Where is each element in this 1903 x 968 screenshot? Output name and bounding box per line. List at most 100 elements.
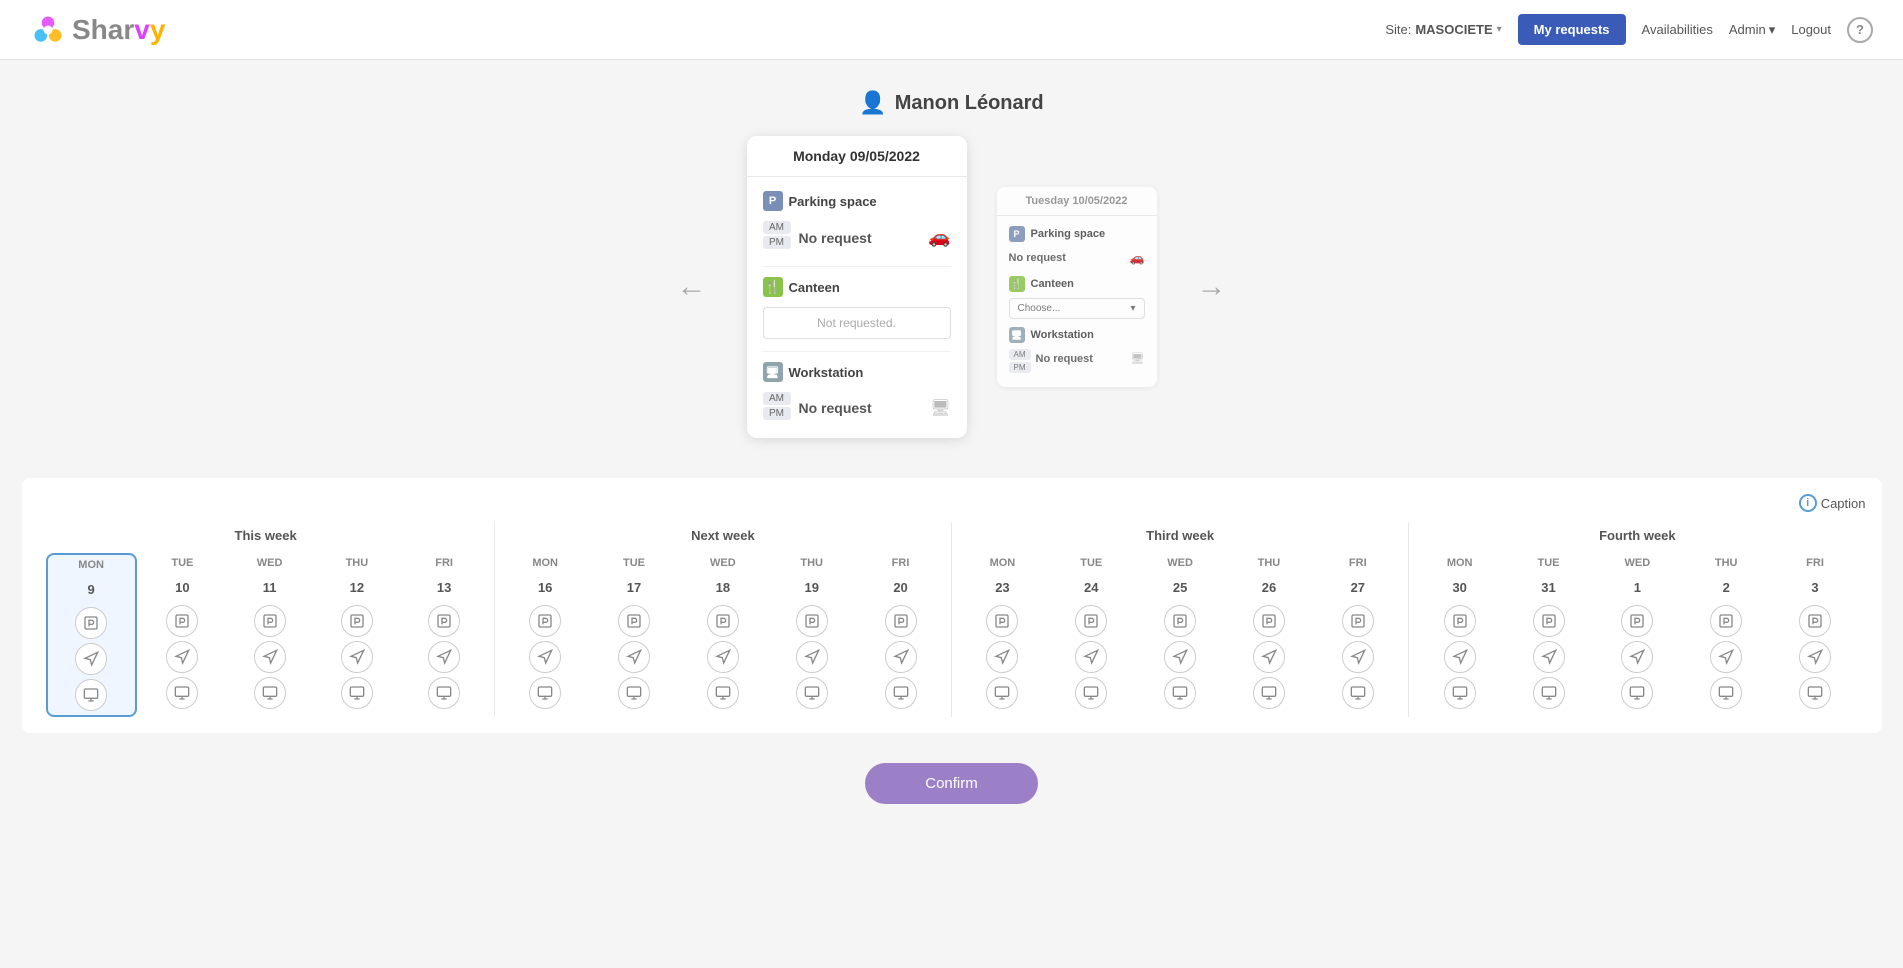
cal-workstation-icon[interactable] <box>1710 677 1742 709</box>
caption-button[interactable]: i Caption <box>1799 494 1866 512</box>
cal-canteen-icon[interactable] <box>1342 641 1374 673</box>
user-header: 👤 Manon Léonard <box>859 90 1043 116</box>
admin-dropdown[interactable]: Admin ▾ <box>1729 22 1775 38</box>
cal-canteen-icon[interactable] <box>1253 641 1285 673</box>
cal-parking-icon[interactable] <box>341 605 373 637</box>
cal-workstation-icon[interactable] <box>1621 677 1653 709</box>
day-col[interactable]: WED18 <box>680 553 765 713</box>
cal-workstation-icon[interactable] <box>1342 677 1374 709</box>
cal-canteen-icon[interactable] <box>529 641 561 673</box>
day-col[interactable]: TUE31 <box>1506 553 1591 713</box>
site-chevron-icon: ▾ <box>1497 24 1502 35</box>
cal-canteen-icon[interactable] <box>618 641 650 673</box>
day-col[interactable]: TUE17 <box>592 553 677 713</box>
day-col[interactable]: MON30 <box>1417 553 1502 713</box>
cal-workstation-icon[interactable] <box>986 677 1018 709</box>
cal-canteen-icon[interactable] <box>885 641 917 673</box>
cal-workstation-icon[interactable] <box>618 677 650 709</box>
left-arrow-button[interactable]: ← <box>667 260 717 314</box>
cal-workstation-icon[interactable] <box>529 677 561 709</box>
cal-parking-icon[interactable] <box>796 605 828 637</box>
cal-workstation-icon[interactable] <box>885 677 917 709</box>
cal-parking-icon[interactable] <box>986 605 1018 637</box>
cal-canteen-icon[interactable] <box>341 641 373 673</box>
day-col[interactable]: THU2 <box>1684 553 1769 713</box>
my-requests-button[interactable]: My requests <box>1518 14 1626 45</box>
day-col[interactable]: TUE24 <box>1049 553 1134 713</box>
cal-workstation-icon[interactable] <box>341 677 373 709</box>
logout-link[interactable]: Logout <box>1791 22 1831 37</box>
cal-workstation-icon[interactable] <box>707 677 739 709</box>
day-col[interactable]: WED1 <box>1595 553 1680 713</box>
cal-parking-icon[interactable] <box>1799 605 1831 637</box>
cal-workstation-icon[interactable] <box>796 677 828 709</box>
cal-workstation-icon[interactable] <box>75 679 107 711</box>
cal-parking-icon[interactable] <box>1342 605 1374 637</box>
sec-canteen-choose[interactable]: Choose... ▾ <box>1009 298 1145 319</box>
week-block: Next weekMON16TUE17WED18THU19FRI20 <box>495 522 952 717</box>
day-col[interactable]: THU19 <box>769 553 854 713</box>
secondary-card-body: P Parking space No request 🚗 🍴 Canteen C… <box>997 216 1157 387</box>
day-col[interactable]: MON23 <box>960 553 1045 713</box>
cal-parking-icon[interactable] <box>1533 605 1565 637</box>
day-col[interactable]: TUE10 <box>141 553 224 717</box>
site-selector[interactable]: Site: MASOCIETE ▾ <box>1385 22 1501 37</box>
cal-workstation-icon[interactable] <box>1444 677 1476 709</box>
confirm-button[interactable]: Confirm <box>865 763 1038 804</box>
day-col[interactable]: MON9 <box>46 553 137 717</box>
cal-parking-icon[interactable] <box>1710 605 1742 637</box>
cal-workstation-icon[interactable] <box>1799 677 1831 709</box>
cal-canteen-icon[interactable] <box>75 643 107 675</box>
cal-workstation-icon[interactable] <box>254 677 286 709</box>
calendar-section: i Caption This weekMON9TUE10WED11THU12FR… <box>22 478 1882 733</box>
cal-parking-icon[interactable] <box>166 605 198 637</box>
day-col[interactable]: THU26 <box>1227 553 1312 713</box>
cal-canteen-icon[interactable] <box>428 641 460 673</box>
cal-workstation-icon[interactable] <box>428 677 460 709</box>
cal-parking-icon[interactable] <box>529 605 561 637</box>
cal-parking-icon[interactable] <box>75 607 107 639</box>
cal-workstation-icon[interactable] <box>1164 677 1196 709</box>
cal-canteen-icon[interactable] <box>1621 641 1653 673</box>
cal-parking-icon[interactable] <box>428 605 460 637</box>
cal-canteen-icon[interactable] <box>707 641 739 673</box>
day-col[interactable]: FRI20 <box>858 553 943 713</box>
cal-parking-icon[interactable] <box>254 605 286 637</box>
cal-canteen-icon[interactable] <box>1533 641 1565 673</box>
availabilities-link[interactable]: Availabilities <box>1642 22 1713 37</box>
day-col[interactable]: MON16 <box>503 553 588 713</box>
cal-canteen-icon[interactable] <box>1444 641 1476 673</box>
cal-canteen-icon[interactable] <box>986 641 1018 673</box>
cal-canteen-icon[interactable] <box>1799 641 1831 673</box>
cal-workstation-icon[interactable] <box>166 677 198 709</box>
day-col[interactable]: THU12 <box>315 553 398 717</box>
day-col[interactable]: WED11 <box>228 553 311 717</box>
cal-parking-icon[interactable] <box>1075 605 1107 637</box>
day-col[interactable]: FRI3 <box>1773 553 1858 713</box>
cal-canteen-icon[interactable] <box>1710 641 1742 673</box>
cal-parking-icon[interactable] <box>1444 605 1476 637</box>
cal-canteen-icon[interactable] <box>1164 641 1196 673</box>
parking-am-badge: AM <box>763 221 791 234</box>
sec-monitor-icon: 🖥 <box>1131 352 1145 365</box>
cal-canteen-icon[interactable] <box>254 641 286 673</box>
cal-parking-icon[interactable] <box>1164 605 1196 637</box>
cal-parking-icon[interactable] <box>618 605 650 637</box>
cal-workstation-icon[interactable] <box>1075 677 1107 709</box>
cal-workstation-icon[interactable] <box>1253 677 1285 709</box>
cal-parking-icon[interactable] <box>1621 605 1653 637</box>
day-col[interactable]: FRI27 <box>1315 553 1400 713</box>
day-col[interactable]: FRI13 <box>403 553 486 717</box>
cal-parking-icon[interactable] <box>1253 605 1285 637</box>
cal-canteen-icon[interactable] <box>166 641 198 673</box>
secondary-card-date: Tuesday 10/05/2022 <box>997 187 1157 216</box>
parking-label: Parking space <box>789 194 877 209</box>
help-button[interactable]: ? <box>1847 17 1873 43</box>
right-arrow-button[interactable]: → <box>1187 260 1237 314</box>
cal-workstation-icon[interactable] <box>1533 677 1565 709</box>
cal-canteen-icon[interactable] <box>1075 641 1107 673</box>
cal-canteen-icon[interactable] <box>796 641 828 673</box>
cal-parking-icon[interactable] <box>707 605 739 637</box>
day-col[interactable]: WED25 <box>1138 553 1223 713</box>
cal-parking-icon[interactable] <box>885 605 917 637</box>
